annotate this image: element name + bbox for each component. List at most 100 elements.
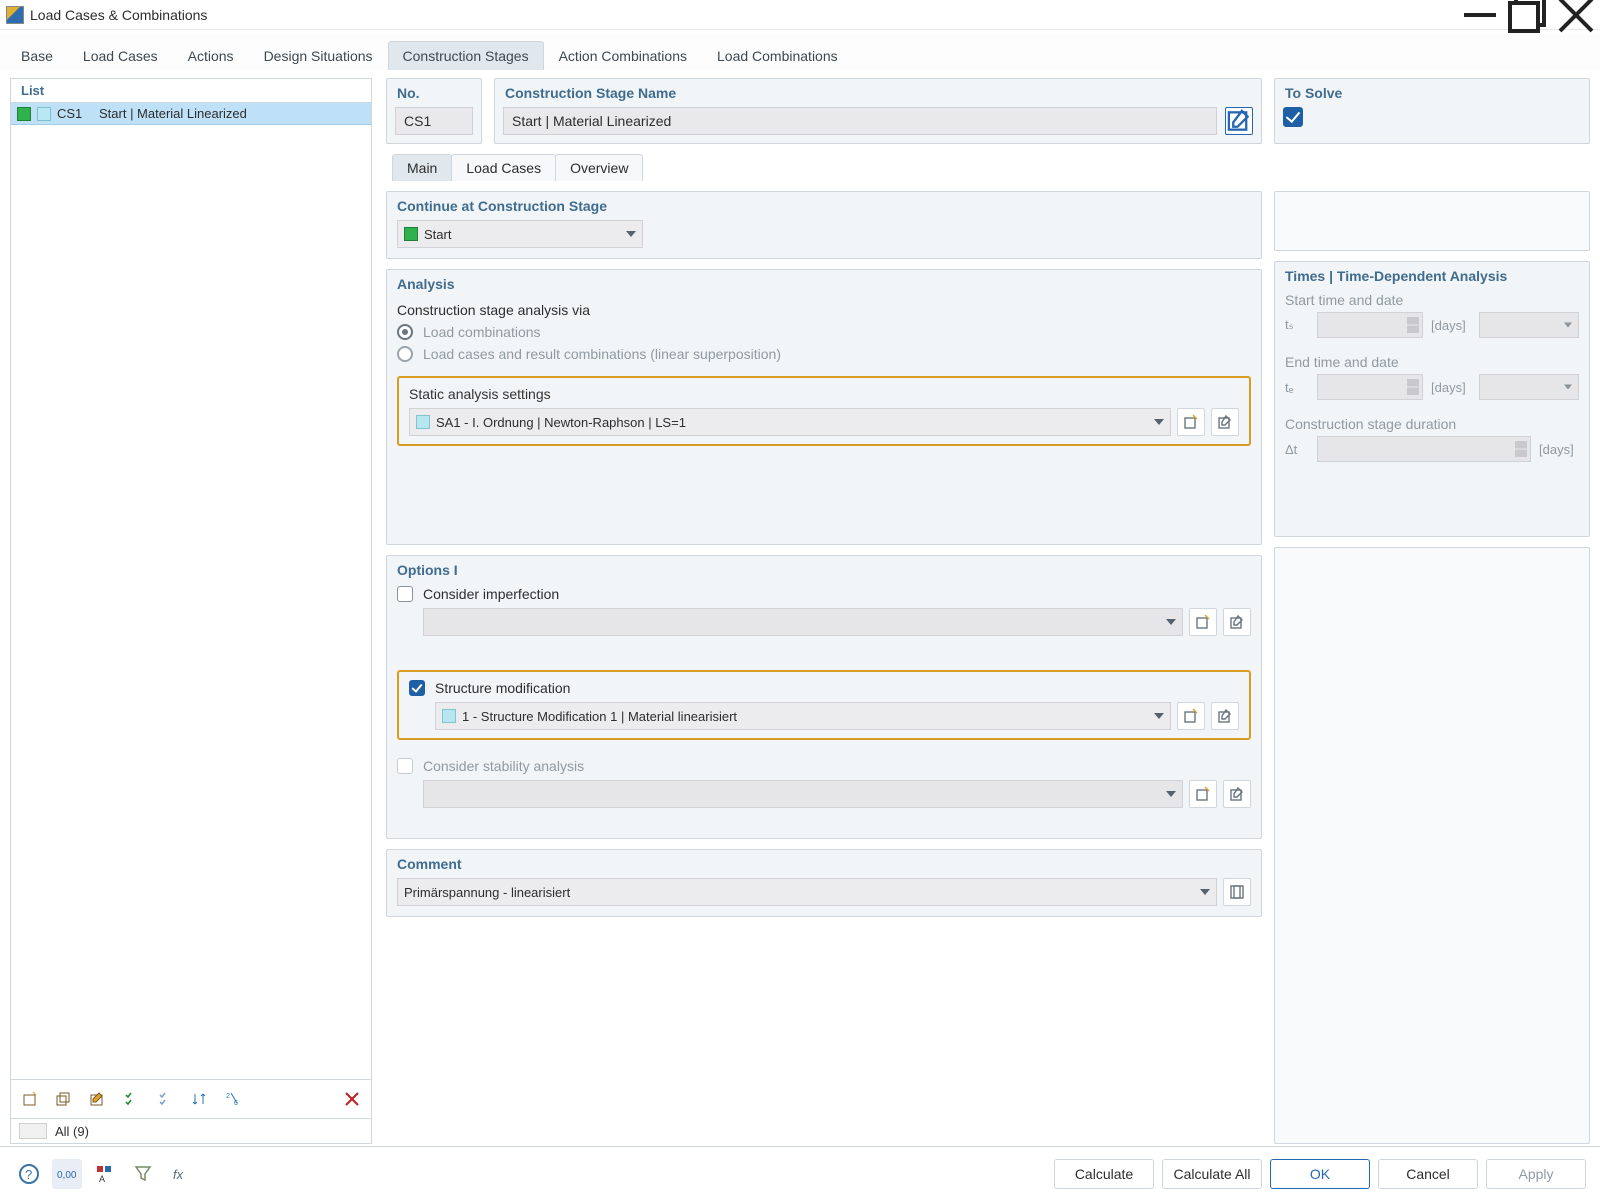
analysis-header: Analysis [397, 276, 1251, 292]
new-multiple-icon[interactable] [51, 1086, 77, 1112]
app-icon [6, 6, 24, 24]
to-solve-checkbox[interactable] [1283, 107, 1303, 127]
svg-text:?: ? [25, 1167, 32, 1182]
end-time-label: End time and date [1285, 354, 1579, 370]
solve-panel: To Solve [1274, 78, 1590, 144]
comment-library-icon[interactable] [1223, 878, 1251, 906]
window-maximize-button[interactable] [1504, 0, 1552, 30]
list-header: List [11, 79, 371, 103]
calculate-button[interactable]: Calculate [1054, 1159, 1154, 1189]
name-field[interactable]: Start | Material Linearized [503, 107, 1217, 135]
units-icon[interactable]: 0,00 [52, 1159, 82, 1189]
te-field [1317, 374, 1423, 400]
chevron-down-icon [1154, 419, 1164, 425]
options-header: Options I [397, 562, 1251, 578]
calculate-all-button[interactable]: Calculate All [1162, 1159, 1262, 1189]
imperfection-select [423, 608, 1183, 636]
ts-symbol: tₛ [1285, 317, 1309, 333]
formula-icon[interactable]: fx [166, 1159, 196, 1189]
tab-load-combinations[interactable]: Load Combinations [702, 41, 853, 70]
new-stability-icon[interactable] [1189, 780, 1217, 808]
tab-action-combinations[interactable]: Action Combinations [544, 41, 702, 70]
analysis-group-label: Construction stage analysis via [397, 302, 1251, 318]
delete-item-icon[interactable] [339, 1086, 365, 1112]
filter-swatch [19, 1123, 47, 1139]
structure-mod-checkbox[interactable] [409, 680, 425, 696]
comment-select[interactable]: Primärspannung - linearisiert [397, 878, 1217, 906]
list-panel: List CS1 Start | Material Linearized 26 … [10, 78, 372, 1144]
filter-icon[interactable] [128, 1159, 158, 1189]
reorder-icon[interactable]: 26 [221, 1086, 247, 1112]
tab-design-situations[interactable]: Design Situations [249, 41, 388, 70]
new-struct-mod-icon[interactable] [1177, 702, 1205, 730]
check-on-icon[interactable] [119, 1086, 145, 1112]
duration-label: Construction stage duration [1285, 416, 1579, 432]
analysis-panel: Analysis Construction stage analysis via… [386, 269, 1262, 545]
radio-linear-superposition[interactable]: Load cases and result combinations (line… [397, 346, 1251, 362]
structure-mod-check-row[interactable]: Structure modification [409, 680, 1239, 696]
tab-actions[interactable]: Actions [173, 41, 249, 70]
chevron-down-icon [1166, 791, 1176, 797]
chevron-down-icon [1200, 889, 1210, 895]
new-settings-icon[interactable] [1177, 408, 1205, 436]
imperfection-check-row[interactable]: Consider imperfection [397, 586, 1251, 602]
times-panel: Times | Time-Dependent Analysis Start ti… [1274, 261, 1590, 537]
te-symbol: tₑ [1285, 380, 1309, 395]
edit-imperfection-icon[interactable] [1223, 608, 1251, 636]
no-field[interactable]: CS1 [395, 107, 473, 135]
list-item[interactable]: CS1 Start | Material Linearized [11, 103, 371, 125]
dt-symbol: Δt [1285, 442, 1309, 457]
renumber-icon[interactable] [187, 1086, 213, 1112]
new-imperfection-icon[interactable] [1189, 608, 1217, 636]
edit-name-icon[interactable] [1225, 107, 1253, 135]
color-swatch-green [404, 227, 418, 241]
name-label: Construction Stage Name [495, 79, 1261, 107]
imperfection-checkbox[interactable] [397, 586, 413, 602]
no-panel: No. CS1 [386, 78, 482, 144]
top-tabs: Base Load Cases Actions Design Situation… [0, 34, 1600, 70]
new-item-icon[interactable] [17, 1086, 43, 1112]
edit-struct-mod-icon[interactable] [1211, 702, 1239, 730]
options-panel: Options I Consider imperfection [386, 555, 1262, 839]
ts-date-select [1479, 312, 1579, 338]
window-minimize-button[interactable] [1456, 0, 1504, 30]
tab-construction-stages[interactable]: Construction Stages [388, 41, 544, 70]
solve-label: To Solve [1275, 79, 1589, 107]
ts-unit: [days] [1431, 318, 1471, 333]
list-filter-all[interactable]: All (9) [11, 1118, 371, 1143]
window-close-button[interactable] [1552, 0, 1600, 30]
subtab-load-cases[interactable]: Load Cases [451, 154, 556, 181]
ok-button[interactable]: OK [1270, 1159, 1370, 1189]
tab-base[interactable]: Base [6, 41, 68, 70]
cancel-button[interactable]: Cancel [1378, 1159, 1478, 1189]
color-swatch-cyan [442, 709, 456, 723]
subtab-overview[interactable]: Overview [555, 154, 643, 181]
start-time-label: Start time and date [1285, 292, 1579, 308]
right-empty-panel-2 [1274, 547, 1590, 1144]
subtab-main[interactable]: Main [392, 154, 452, 181]
static-analysis-value: SA1 - I. Ordnung | Newton-Raphson | LS=1 [436, 415, 686, 430]
static-analysis-highlight: Static analysis settings SA1 - I. Ordnun… [397, 376, 1251, 446]
structure-mod-select[interactable]: 1 - Structure Modification 1 | Material … [435, 702, 1171, 730]
radio-load-combinations[interactable]: Load combinations [397, 324, 1251, 340]
times-header: Times | Time-Dependent Analysis [1285, 268, 1579, 284]
help-icon[interactable]: ? [14, 1159, 44, 1189]
radio-dot-icon [397, 324, 413, 340]
tab-load-cases[interactable]: Load Cases [68, 41, 173, 70]
list-body[interactable]: CS1 Start | Material Linearized [11, 103, 371, 1079]
edit-settings-icon[interactable] [1211, 408, 1239, 436]
check-off-icon[interactable] [153, 1086, 179, 1112]
apply-button[interactable]: Apply [1486, 1159, 1586, 1189]
svg-text:A: A [99, 1174, 105, 1184]
edit-stability-icon[interactable] [1223, 780, 1251, 808]
static-analysis-label: Static analysis settings [409, 386, 1239, 402]
static-analysis-select[interactable]: SA1 - I. Ordnung | Newton-Raphson | LS=1 [409, 408, 1171, 436]
continue-select[interactable]: Start [397, 220, 643, 248]
settings-icon[interactable]: A [90, 1159, 120, 1189]
structure-mod-highlight: Structure modification 1 - Structure Mod… [397, 670, 1251, 740]
radio-label: Load cases and result combinations (line… [423, 346, 781, 362]
sub-tabs: Main Load Cases Overview [386, 154, 1590, 181]
color-swatch-green [17, 107, 31, 121]
edit-item-icon[interactable] [85, 1086, 111, 1112]
svg-text:fx: fx [173, 1167, 184, 1182]
